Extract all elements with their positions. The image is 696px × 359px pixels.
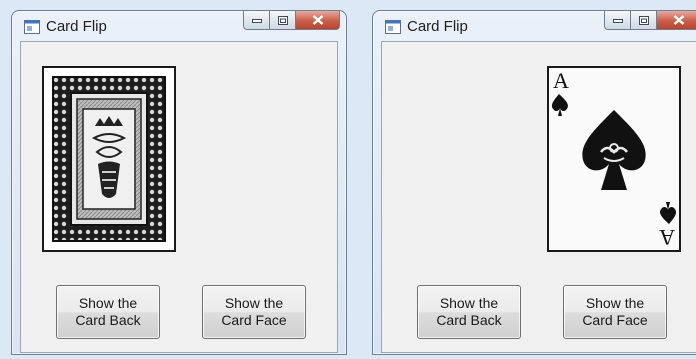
button-label-line1: Show the (439, 295, 499, 311)
maximize-button[interactable] (631, 11, 657, 30)
minimize-icon (612, 19, 623, 23)
button-label-line1: Show the (224, 295, 284, 311)
window-controls (243, 11, 340, 31)
card-rank-top: A (553, 68, 569, 93)
button-label-line2: Card Back (75, 312, 141, 328)
show-card-back-button[interactable]: Show the Card Back (417, 285, 521, 339)
show-card-back-button[interactable]: Show the Card Back (56, 285, 160, 339)
button-label-line2: Card Back (436, 312, 502, 328)
show-card-face-button[interactable]: Show the Card Face (563, 285, 667, 339)
window-title: Card Flip (407, 18, 468, 35)
show-card-face-button[interactable]: Show the Card Face (202, 285, 306, 339)
button-label-line2: Card Face (221, 312, 287, 328)
close-button[interactable] (296, 11, 340, 30)
title-bar[interactable]: Card Flip (373, 11, 696, 41)
minimize-button[interactable] (243, 11, 270, 30)
form-client-area: A A Show the Card Back Show the Card Fac… (381, 41, 696, 353)
button-label-line1: Show the (78, 295, 138, 311)
form-window-icon (24, 20, 40, 34)
minimize-icon (251, 19, 262, 23)
card-flip-window-back: Card Flip Show the Card Back Show the Ca… (11, 10, 347, 355)
card-face-picture: A A (547, 66, 681, 252)
maximize-button[interactable] (270, 11, 296, 30)
close-icon (312, 15, 323, 25)
ace-of-spades-card: A A (549, 68, 679, 250)
close-button[interactable] (657, 11, 696, 30)
desktop: Card Flip Show the Card Back Show the Ca… (0, 0, 696, 359)
window-controls (604, 11, 696, 31)
maximize-icon (638, 15, 649, 25)
button-label-line2: Card Face (582, 312, 648, 328)
button-label-line1: Show the (585, 295, 645, 311)
minimize-button[interactable] (604, 11, 631, 30)
window-title: Card Flip (46, 18, 107, 35)
form-window-icon (385, 20, 401, 34)
card-flip-window-face: Card Flip A A Show the Card Back Show th… (372, 10, 696, 355)
title-bar[interactable]: Card Flip (12, 11, 346, 41)
maximize-icon (277, 15, 288, 25)
card-rank-bottom: A (659, 225, 675, 250)
close-icon (673, 15, 684, 25)
card-back-icon (52, 76, 166, 242)
card-back-picture (42, 66, 176, 252)
form-client-area: Show the Card Back Show the Card Face (20, 41, 338, 353)
